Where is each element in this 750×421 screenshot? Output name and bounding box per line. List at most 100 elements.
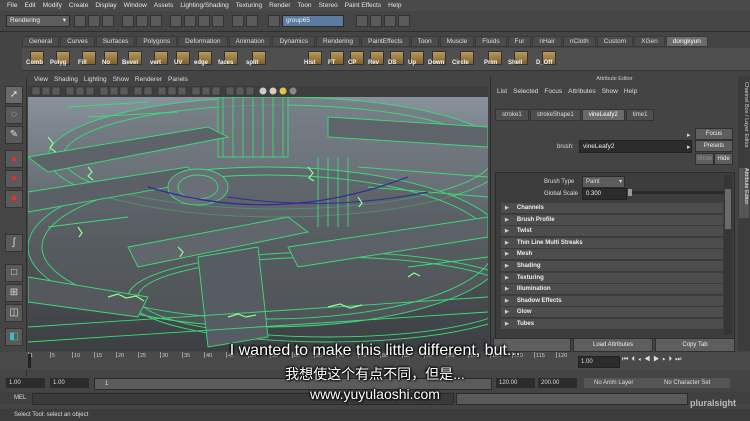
save-scene-icon[interactable] bbox=[102, 15, 114, 27]
menu-item-edit[interactable]: Edit bbox=[24, 2, 35, 9]
shelf-tab-muscle[interactable]: Muscle bbox=[439, 36, 475, 47]
hide-button[interactable]: Hide bbox=[714, 153, 733, 165]
attribute-editor-toggle-icon[interactable] bbox=[370, 15, 382, 27]
shelf-tab-toon[interactable]: Toon bbox=[410, 36, 439, 47]
global-scale-field[interactable]: 0.300 bbox=[582, 188, 627, 200]
shelf-tab-animation[interactable]: Animation bbox=[228, 36, 272, 47]
viewport-menu-renderer[interactable]: Renderer bbox=[135, 76, 162, 83]
render-icon[interactable] bbox=[246, 15, 258, 27]
menu-item-paint-effects[interactable]: Paint Effects bbox=[345, 2, 381, 9]
menuset-dropdown[interactable]: Rendering ▾ bbox=[6, 15, 70, 27]
show-button[interactable]: Show bbox=[695, 153, 714, 165]
section-tubes[interactable]: ▶ Tubes bbox=[501, 319, 723, 330]
channel-box-tab[interactable]: Channel Box / Layer Editor bbox=[739, 82, 749, 162]
expand-arrow-icon[interactable]: ▶ bbox=[505, 273, 509, 283]
expand-arrow-icon[interactable]: ▶ bbox=[505, 226, 509, 236]
menu-item-render[interactable]: Render bbox=[269, 2, 290, 9]
viewport-menu-view[interactable]: View bbox=[34, 76, 48, 83]
snap-grid-icon[interactable] bbox=[170, 15, 182, 27]
section-twist[interactable]: ▶ Twist bbox=[501, 226, 723, 238]
menu-item-lighting-shading[interactable]: Lighting/Shading bbox=[180, 2, 228, 9]
presets-button[interactable]: Presets bbox=[695, 140, 733, 152]
select-input-icon[interactable]: ▸ bbox=[687, 131, 691, 139]
shelf-tab-rendering[interactable]: Rendering bbox=[315, 36, 360, 47]
snap-point-icon[interactable] bbox=[198, 15, 210, 27]
perspective-viewport[interactable] bbox=[28, 97, 488, 351]
expand-arrow-icon[interactable]: ▶ bbox=[505, 203, 509, 213]
shelf-tab-painteffects[interactable]: PaintEffects bbox=[360, 36, 410, 47]
attribute-scrollbar[interactable] bbox=[724, 175, 732, 335]
layer-editor-toggle-icon[interactable] bbox=[398, 15, 410, 27]
menu-item-window[interactable]: Window bbox=[124, 2, 147, 9]
menu-item-file[interactable]: File bbox=[7, 2, 17, 9]
four-view-layout-icon[interactable]: ⊞ bbox=[5, 284, 23, 302]
expand-arrow-icon[interactable]: ▶ bbox=[505, 296, 509, 306]
shelf-tab-deformation[interactable]: Deformation bbox=[178, 36, 228, 47]
attr-menu-list[interactable]: List bbox=[497, 88, 507, 95]
snap-surface-icon[interactable] bbox=[212, 15, 224, 27]
attribute-editor-tab[interactable]: Attribute Editor bbox=[739, 168, 749, 218]
attr-menu-selected[interactable]: Selected bbox=[513, 88, 538, 95]
expand-arrow-icon[interactable]: ▶ bbox=[505, 319, 509, 329]
attr-tab-strokeshape1[interactable]: strokeShape1 bbox=[529, 109, 581, 121]
tool-settings-toggle-icon[interactable] bbox=[384, 15, 396, 27]
scrollbar-thumb[interactable] bbox=[725, 189, 731, 229]
new-scene-icon[interactable] bbox=[74, 15, 86, 27]
shelf-tab-general[interactable]: General bbox=[22, 36, 60, 47]
single-view-layout-icon[interactable]: □ bbox=[5, 264, 23, 282]
section-thin-line-multi-streaks[interactable]: ▶ Thin Line Multi Streaks bbox=[501, 237, 723, 249]
attr-menu-attributes[interactable]: Attributes bbox=[568, 88, 595, 95]
expand-arrow-icon[interactable]: ▶ bbox=[505, 261, 509, 271]
expand-arrow-icon[interactable]: ▶ bbox=[505, 249, 509, 259]
history-icon[interactable] bbox=[232, 15, 244, 27]
viewport-menu-lighting[interactable]: Lighting bbox=[84, 76, 107, 83]
slider-handle[interactable] bbox=[628, 189, 632, 196]
menu-item-help[interactable]: Help bbox=[388, 2, 401, 9]
viewport-menu-show[interactable]: Show bbox=[113, 76, 129, 83]
channel-box-toggle-icon[interactable] bbox=[356, 15, 368, 27]
shelf-tab-polygons[interactable]: Polygons bbox=[136, 36, 178, 47]
section-mesh[interactable]: ▶ Mesh bbox=[501, 249, 723, 261]
snap-curve-icon[interactable] bbox=[184, 15, 196, 27]
brush-type-dropdown[interactable]: Paint ▾ bbox=[582, 176, 625, 188]
menu-item-stereo[interactable]: Stereo bbox=[319, 2, 338, 9]
select-tool-icon[interactable]: ➚ bbox=[5, 86, 23, 104]
shelf-tab-curves[interactable]: Curves bbox=[60, 36, 95, 47]
expand-arrow-icon[interactable]: ▶ bbox=[505, 238, 509, 248]
section-texturing[interactable]: ▶ Texturing bbox=[501, 272, 723, 284]
menu-item-toon[interactable]: Toon bbox=[297, 2, 311, 9]
menu-item-texturing[interactable]: Texturing bbox=[236, 2, 262, 9]
viewport-menu-shading[interactable]: Shading bbox=[54, 76, 78, 83]
ipr-render-icon[interactable] bbox=[268, 15, 280, 27]
shelf-tab-ncloth[interactable]: nCloth bbox=[562, 36, 596, 47]
select-output-icon[interactable]: ▸ bbox=[687, 143, 691, 151]
rotate-tool-icon[interactable]: ● bbox=[5, 170, 23, 188]
shelf-tab-surfaces[interactable]: Surfaces bbox=[95, 36, 136, 47]
shelf-tab-fur[interactable]: Fur bbox=[507, 36, 532, 47]
menu-item-modify[interactable]: Modify bbox=[43, 2, 62, 9]
move-tool-icon[interactable]: ▲ bbox=[5, 150, 23, 168]
select-component-icon[interactable] bbox=[150, 15, 162, 27]
section-shadow-effects[interactable]: ▶ Shadow Effects bbox=[501, 295, 723, 307]
viewport-menu-panels[interactable]: Panels bbox=[168, 76, 188, 83]
global-scale-slider[interactable] bbox=[628, 189, 724, 196]
shelf-tab-xgen[interactable]: XGen bbox=[634, 36, 665, 47]
attr-menu-help[interactable]: Help bbox=[624, 88, 637, 95]
attr-tab-vineleafy2[interactable]: vineLeafy2 bbox=[581, 109, 625, 121]
section-channels[interactable]: ▶ Channels bbox=[501, 203, 723, 214]
attr-menu-show[interactable]: Show bbox=[602, 88, 618, 95]
section-brush-profile[interactable]: ▶ Brush Profile bbox=[501, 214, 723, 226]
menu-item-assets[interactable]: Assets bbox=[154, 2, 174, 9]
shelf-tab-nhair[interactable]: nHair bbox=[532, 36, 562, 47]
selection-field[interactable]: group65 bbox=[282, 15, 344, 27]
shelf-tab-dongkyun[interactable]: dongkyun bbox=[665, 36, 708, 47]
menu-item-display[interactable]: Display bbox=[95, 2, 116, 9]
attr-tab-stroke1[interactable]: stroke1 bbox=[495, 109, 529, 121]
attr-tab-time1[interactable]: time1 bbox=[625, 109, 655, 121]
brush-tool-icon[interactable]: ∫ bbox=[5, 234, 23, 252]
brush-name-field[interactable]: vineLeafy2 bbox=[579, 140, 692, 153]
scale-tool-icon[interactable]: ■ bbox=[5, 190, 23, 208]
shelf-tab-dynamics[interactable]: Dynamics bbox=[272, 36, 315, 47]
attr-menu-focus[interactable]: Focus bbox=[544, 88, 562, 95]
section-glow[interactable]: ▶ Glow bbox=[501, 307, 723, 319]
